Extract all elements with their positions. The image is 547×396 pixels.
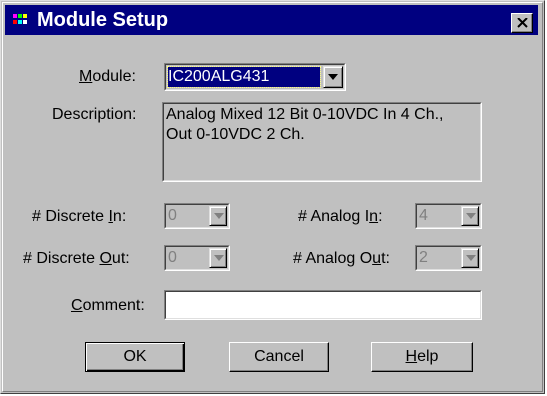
close-button[interactable] xyxy=(511,13,533,33)
comment-field[interactable] xyxy=(164,290,482,320)
analog-out-value: 2 xyxy=(419,249,428,266)
discrete-out-value: 0 xyxy=(168,249,177,266)
discrete-out-label: # Discrete Out: xyxy=(23,250,130,267)
description-label: Description: xyxy=(52,106,137,123)
description-line-2: Out 0-10VDC 2 Ch. xyxy=(166,126,305,143)
help-button[interactable]: Help xyxy=(371,342,473,372)
ok-button[interactable]: OK xyxy=(85,342,185,372)
comment-label: Comment: xyxy=(71,297,145,314)
chevron-down-icon xyxy=(466,255,476,261)
app-icon xyxy=(13,14,27,24)
analog-in-combobox[interactable]: 4 xyxy=(415,203,482,229)
discrete-in-dropdown-button[interactable] xyxy=(209,206,227,226)
discrete-in-label: # Discrete In: xyxy=(32,208,127,225)
module-combobox[interactable]: IC200ALG431 xyxy=(164,63,346,91)
description-line-1: Analog Mixed 12 Bit 0-10VDC In 4 Ch., xyxy=(166,106,444,123)
chevron-down-icon xyxy=(328,74,338,80)
module-dropdown-button[interactable] xyxy=(323,66,343,88)
analog-in-label: # Analog In: xyxy=(298,208,383,225)
discrete-in-combobox[interactable]: 0 xyxy=(164,203,230,229)
discrete-out-dropdown-button[interactable] xyxy=(209,248,227,268)
analog-out-label: # Analog Out: xyxy=(293,250,390,267)
title-bar[interactable]: Module Setup xyxy=(5,5,538,35)
analog-in-value: 4 xyxy=(419,207,428,224)
chevron-down-icon xyxy=(214,213,224,219)
close-icon xyxy=(517,18,528,28)
module-label: Module: xyxy=(79,68,136,85)
analog-out-dropdown-button[interactable] xyxy=(461,248,479,268)
chevron-down-icon xyxy=(214,255,224,261)
window-title: Module Setup xyxy=(37,9,169,31)
dialog-frame xyxy=(2,2,543,392)
discrete-in-value: 0 xyxy=(168,207,177,224)
cancel-button[interactable]: Cancel xyxy=(229,342,329,372)
chevron-down-icon xyxy=(466,213,476,219)
analog-in-dropdown-button[interactable] xyxy=(461,206,479,226)
analog-out-combobox[interactable]: 2 xyxy=(415,245,482,271)
discrete-out-combobox[interactable]: 0 xyxy=(164,245,230,271)
description-box: Analog Mixed 12 Bit 0-10VDC In 4 Ch., Ou… xyxy=(162,102,482,182)
module-setup-dialog: Module Setup Module: IC200ALG431 Descrip… xyxy=(0,0,545,394)
module-value: IC200ALG431 xyxy=(168,68,270,85)
